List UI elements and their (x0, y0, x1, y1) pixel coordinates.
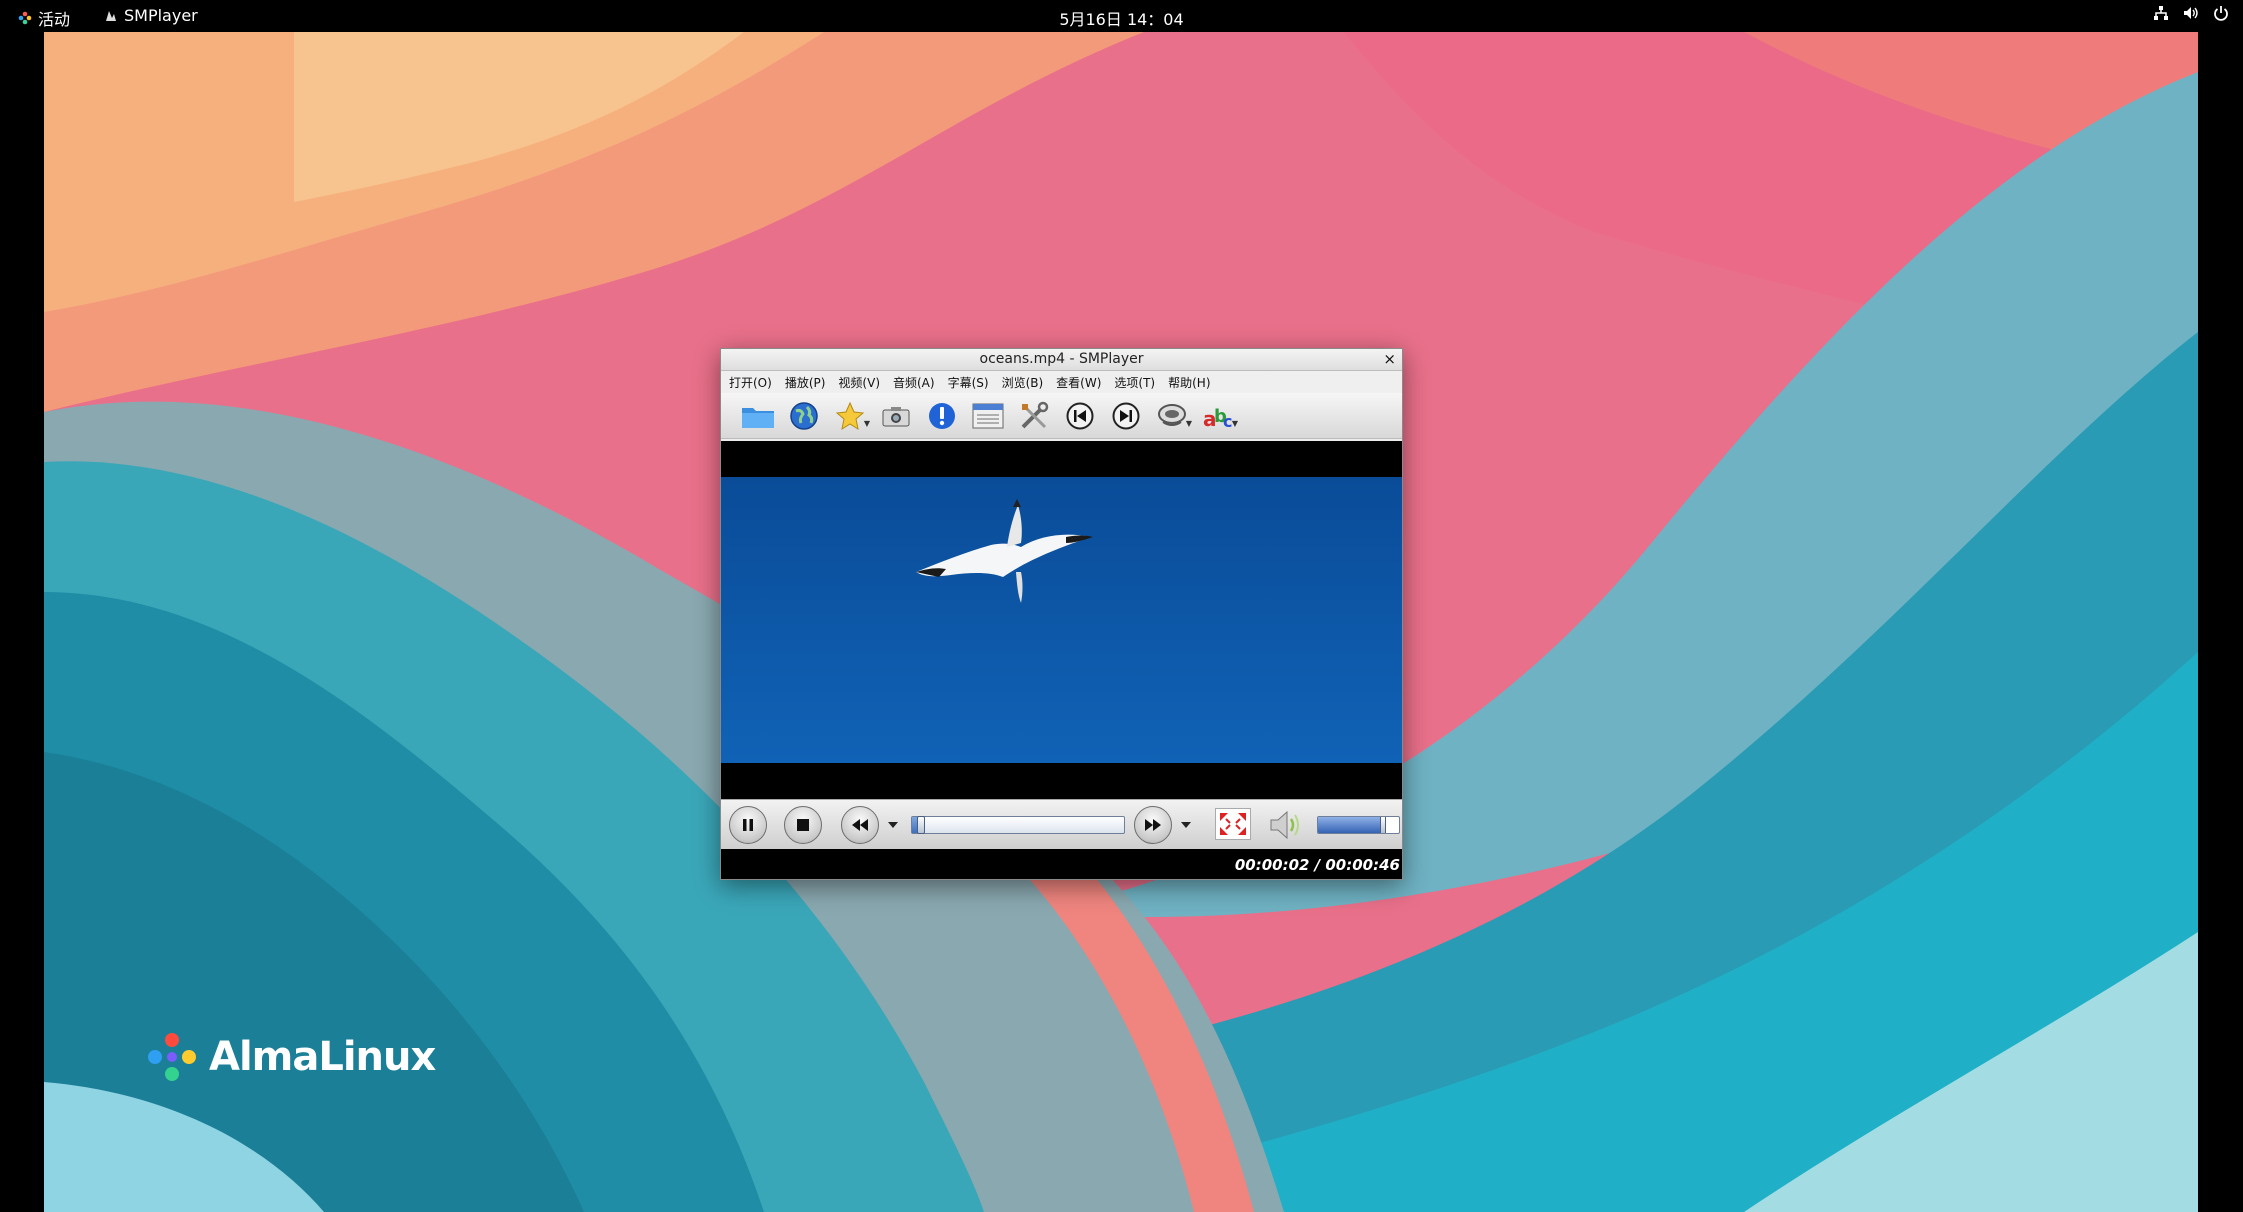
seek-bar[interactable] (911, 816, 1125, 834)
open-url-button[interactable] (781, 396, 827, 436)
next-icon (1112, 402, 1140, 429)
open-file-button[interactable] (735, 396, 781, 436)
pause-icon (743, 819, 753, 831)
menu-open[interactable]: 打开(O) (729, 374, 772, 391)
window-titlebar[interactable]: oceans.mp4 - SMPlayer × (721, 349, 1402, 371)
menu-help[interactable]: 帮助(H) (1168, 374, 1210, 391)
speaker-icon (1270, 810, 1299, 840)
audio-track-button[interactable]: ▼ (1149, 396, 1195, 436)
screenshot-icon (882, 406, 910, 426)
clock[interactable]: 5月16日 14：04 (0, 6, 2243, 30)
menu-video[interactable]: 视频(V) (838, 374, 880, 391)
rewind-dropdown-icon[interactable] (887, 821, 899, 829)
volume-level (1318, 817, 1383, 833)
top-panel: 活动 SMPlayer 5月16日 14：04 (0, 0, 2243, 32)
forward-icon (1145, 819, 1161, 831)
stop-icon (797, 819, 809, 831)
almalinux-logo-icon (148, 1033, 196, 1081)
favorites-button[interactable]: ▼ (827, 396, 873, 436)
time-display: 00:00:02 / 00:00:46 (1234, 856, 1400, 874)
menu-play[interactable]: 播放(P) (785, 374, 826, 391)
seek-bar-handle[interactable] (916, 816, 925, 834)
menu-browse[interactable]: 浏览(B) (1002, 374, 1044, 391)
favorites-dropdown-icon[interactable]: ▼ (864, 419, 870, 428)
close-button[interactable]: × (1383, 349, 1396, 370)
menu-bar: 打开(O) 播放(P) 视频(V) 音频(A) 字幕(S) 浏览(B) 查看(W… (721, 371, 1402, 393)
rewind-button[interactable] (841, 806, 879, 844)
audio-track-icon (1158, 403, 1186, 426)
subtitle-button[interactable]: a b c ▼ (1195, 396, 1241, 436)
network-icon[interactable] (2153, 5, 2169, 21)
playlist-icon (972, 403, 1004, 428)
pause-button[interactable] (729, 806, 767, 844)
info-button[interactable] (919, 396, 965, 436)
mute-button[interactable] (1267, 808, 1307, 846)
menu-subtitles[interactable]: 字幕(S) (948, 374, 989, 391)
fullscreen-button[interactable] (1215, 808, 1251, 840)
playlist-button[interactable] (965, 396, 1011, 436)
almalinux-logo: AlmaLinux (145, 1030, 436, 1084)
fullscreen-icon (1220, 813, 1246, 835)
preferences-button[interactable] (1011, 396, 1057, 436)
audio-track-dropdown-icon[interactable]: ▼ (1186, 419, 1192, 428)
menu-audio[interactable]: 音频(A) (893, 374, 935, 391)
volume-handle[interactable] (1379, 817, 1386, 833)
favorites-icon (835, 401, 865, 430)
subtitle-icon: a b c (1203, 406, 1232, 430)
info-icon (929, 402, 955, 429)
smplayer-window[interactable]: oceans.mp4 - SMPlayer × 打开(O) 播放(P) 视频(V… (720, 348, 1403, 880)
volume-slider[interactable] (1317, 816, 1400, 834)
forward-button[interactable] (1134, 806, 1172, 844)
next-button[interactable] (1103, 396, 1149, 436)
rewind-icon (852, 819, 868, 831)
open-url-icon (790, 401, 818, 430)
subtitle-dropdown-icon[interactable]: ▼ (1232, 419, 1238, 428)
video-frame (721, 477, 1402, 763)
forward-dropdown-icon[interactable] (1180, 821, 1192, 829)
status-bar: 00:00:02 / 00:00:46 (721, 849, 1402, 879)
window-title: oceans.mp4 - SMPlayer (979, 351, 1144, 367)
system-tray[interactable] (2153, 5, 2229, 21)
video-area[interactable] (721, 441, 1402, 799)
previous-icon (1066, 402, 1094, 429)
preferences-icon (1021, 401, 1049, 428)
stop-button[interactable] (784, 806, 822, 844)
volume-icon[interactable] (2183, 5, 2199, 21)
control-bar (721, 799, 1402, 849)
video-bird-image (721, 477, 1402, 763)
power-icon[interactable] (2213, 5, 2229, 21)
menu-view[interactable]: 查看(W) (1056, 374, 1101, 391)
previous-button[interactable] (1057, 396, 1103, 436)
main-toolbar: ▼ ▼ a b c ▼ (721, 393, 1402, 439)
open-folder-icon (742, 407, 774, 428)
screen: 活动 SMPlayer 5月16日 14：04 AlmaLinux oceans… (0, 0, 2243, 1212)
almalinux-wordmark: AlmaLinux (209, 1034, 436, 1080)
screenshot-button[interactable] (873, 396, 919, 436)
menu-options[interactable]: 选项(T) (1114, 374, 1155, 391)
